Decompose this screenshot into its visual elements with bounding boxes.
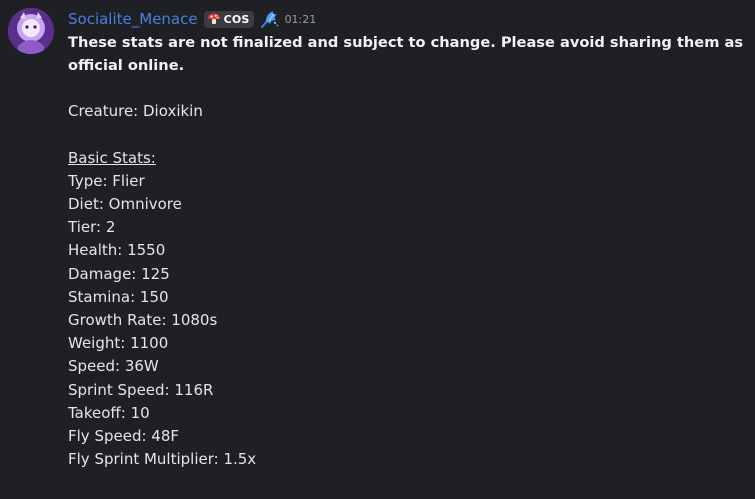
stat-line: Stamina: 150 (68, 287, 169, 306)
stat-line: Health: 1550 (68, 241, 166, 260)
stat-line: Damage: 125 (68, 264, 170, 283)
message-timestamp: 01:21 (284, 12, 317, 26)
basic-stats-heading: Basic Stats: (68, 148, 156, 167)
stat-line: Takeoff: 10 (68, 403, 150, 422)
stat-line: Tier: 2 (68, 218, 116, 237)
stat-line: Sprint Speed: 116R (68, 380, 214, 399)
username[interactable]: Socialite_Menace (68, 10, 198, 28)
stat-line: Diet: Omnivore (68, 194, 182, 213)
mushroom-icon (207, 13, 220, 24)
stat-line: Weight: 1100 (68, 334, 169, 353)
warning-text: These stats are not finalized and subjec… (68, 34, 744, 74)
message-header: Socialite_Menace COS 01:21 (68, 8, 316, 30)
message-content: These stats are not finalized and subjec… (68, 31, 743, 471)
stat-line: Fly Sprint Multiplier: 1.5x (68, 450, 257, 469)
creature-line: Creature: Dioxikin (68, 102, 203, 121)
stat-line: Type: Flier (68, 171, 145, 190)
user-avatar[interactable] (8, 8, 54, 54)
stat-line: Fly Speed: 48F (68, 427, 179, 446)
stat-line: Growth Rate: 1080s (68, 311, 218, 329)
chat-message: Socialite_Menace COS 01:21 These stats a… (0, 0, 755, 499)
feather-dragon-icon[interactable] (260, 9, 280, 29)
role-tag-label: COS (223, 12, 250, 26)
avatar-image (8, 8, 54, 54)
stat-line: Speed: 36W (68, 357, 159, 376)
role-tag[interactable]: COS (203, 10, 254, 28)
